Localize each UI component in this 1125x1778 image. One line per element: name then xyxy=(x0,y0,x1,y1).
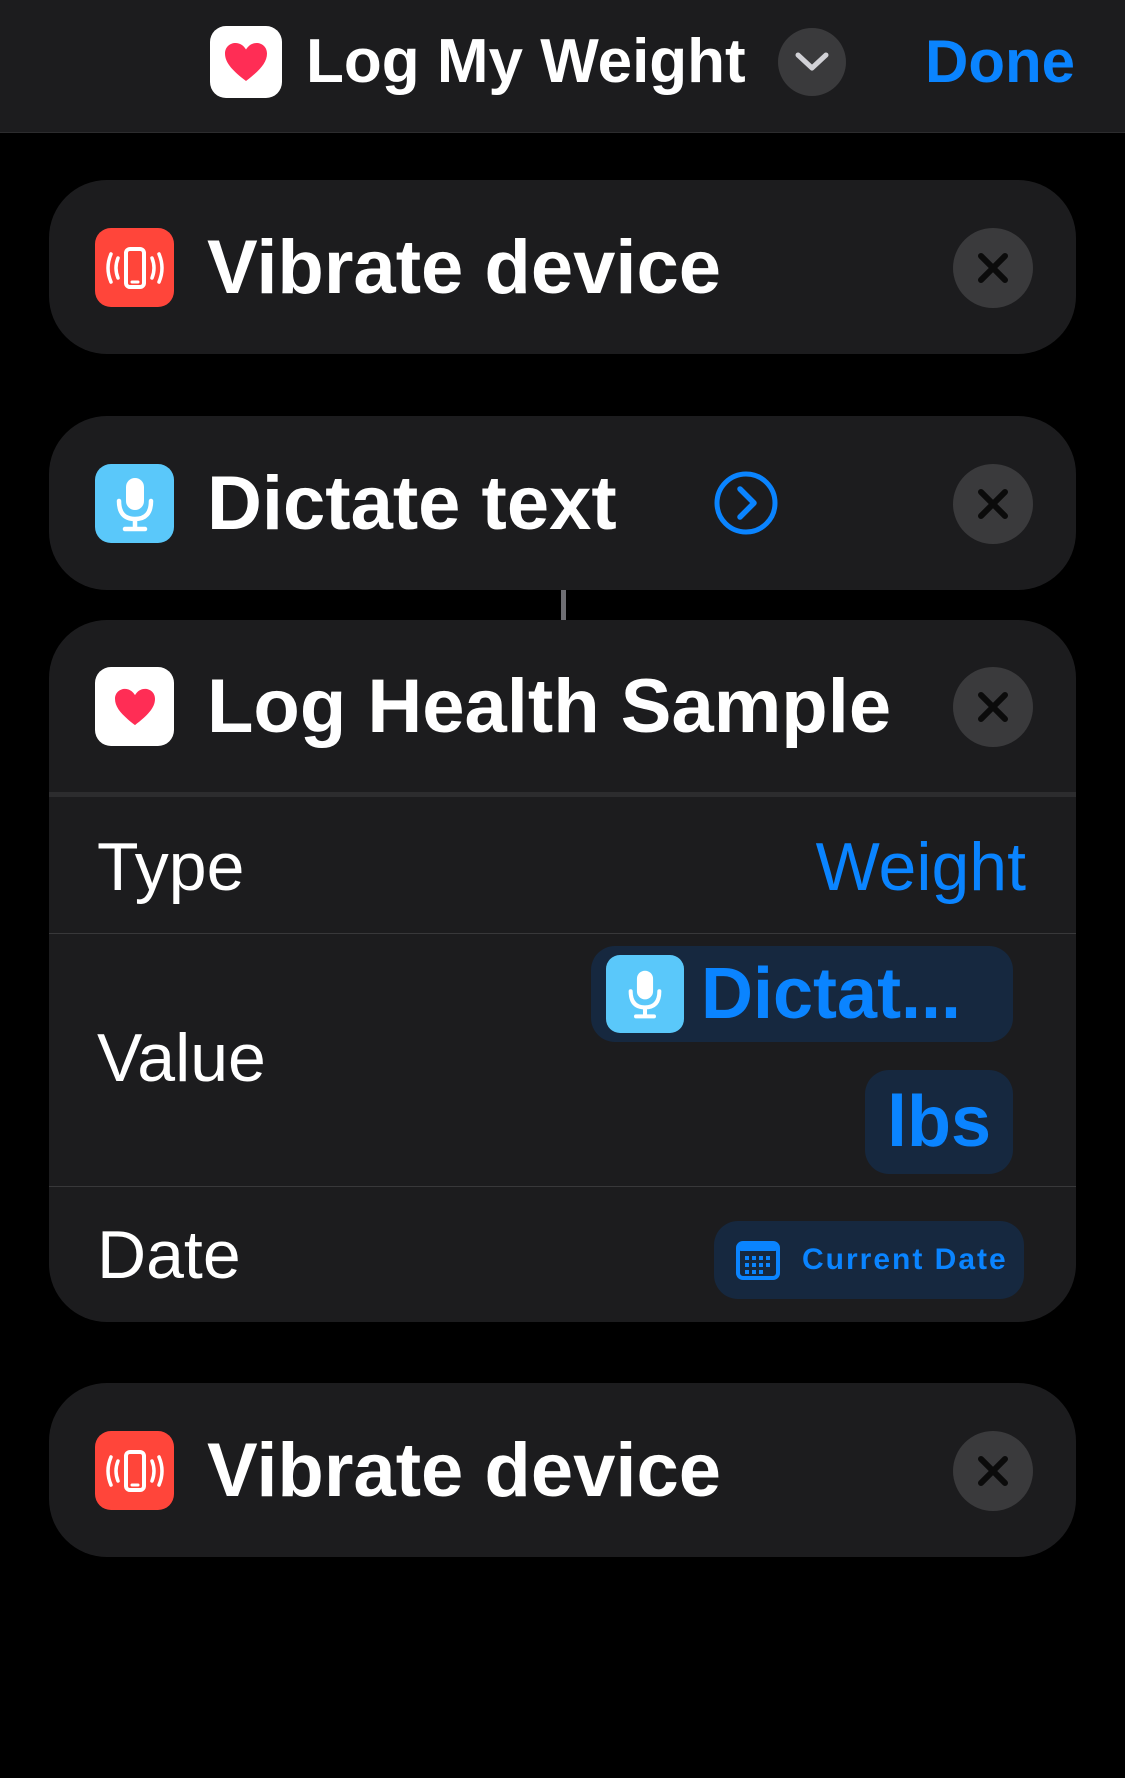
remove-action-button[interactable] xyxy=(953,667,1033,747)
vibrate-phone-icon xyxy=(95,1431,174,1510)
action-card-log-health-sample[interactable]: Log Health Sample Type Weight Value Dict… xyxy=(49,620,1076,1322)
action-card-vibrate-device[interactable]: Vibrate device xyxy=(49,1383,1076,1557)
action-title: Vibrate device xyxy=(207,225,722,310)
param-row-value: Value Dictat... lbs xyxy=(49,933,1076,1186)
close-icon xyxy=(978,489,1008,519)
action-title: Dictate text xyxy=(207,461,617,546)
unit-token[interactable]: lbs xyxy=(865,1070,1013,1174)
unit-label: lbs xyxy=(886,1082,992,1162)
close-icon xyxy=(978,253,1008,283)
action-connector xyxy=(561,590,566,620)
chevron-right-circle-icon[interactable] xyxy=(713,470,779,536)
current-date-token[interactable]: Current Date xyxy=(714,1221,1024,1299)
current-date-label: Current Date xyxy=(802,1243,1008,1276)
value-label: Value xyxy=(97,1020,266,1096)
microphone-icon xyxy=(95,464,174,543)
type-label: Type xyxy=(97,829,245,905)
heart-icon[interactable] xyxy=(210,26,282,98)
calendar-icon xyxy=(736,1240,780,1280)
action-title: Vibrate device xyxy=(207,1428,722,1513)
navigation-bar: Log My Weight Done xyxy=(0,0,1125,133)
microphone-icon xyxy=(606,955,684,1033)
remove-action-button[interactable] xyxy=(953,464,1033,544)
type-value[interactable]: Weight xyxy=(816,827,1026,907)
close-icon xyxy=(978,692,1008,722)
param-row-date: Date Current Date xyxy=(49,1186,1076,1323)
vibrate-phone-icon xyxy=(95,228,174,307)
remove-action-button[interactable] xyxy=(953,1431,1033,1511)
date-label: Date xyxy=(97,1217,241,1293)
chevron-down-icon[interactable] xyxy=(778,28,846,96)
action-card-vibrate-device[interactable]: Vibrate device xyxy=(49,180,1076,354)
dictated-text-token[interactable]: Dictat... xyxy=(591,946,1013,1042)
shortcut-title[interactable]: Log My Weight xyxy=(306,24,746,100)
param-row-type[interactable]: Type Weight xyxy=(49,792,1076,933)
action-card-dictate-text[interactable]: Dictate text xyxy=(49,416,1076,590)
done-button[interactable]: Done xyxy=(925,24,1075,100)
dictated-text-token-label: Dictat... xyxy=(701,954,962,1034)
heart-icon xyxy=(95,667,174,746)
close-icon xyxy=(978,1456,1008,1486)
action-title: Log Health Sample xyxy=(207,664,892,749)
remove-action-button[interactable] xyxy=(953,228,1033,308)
